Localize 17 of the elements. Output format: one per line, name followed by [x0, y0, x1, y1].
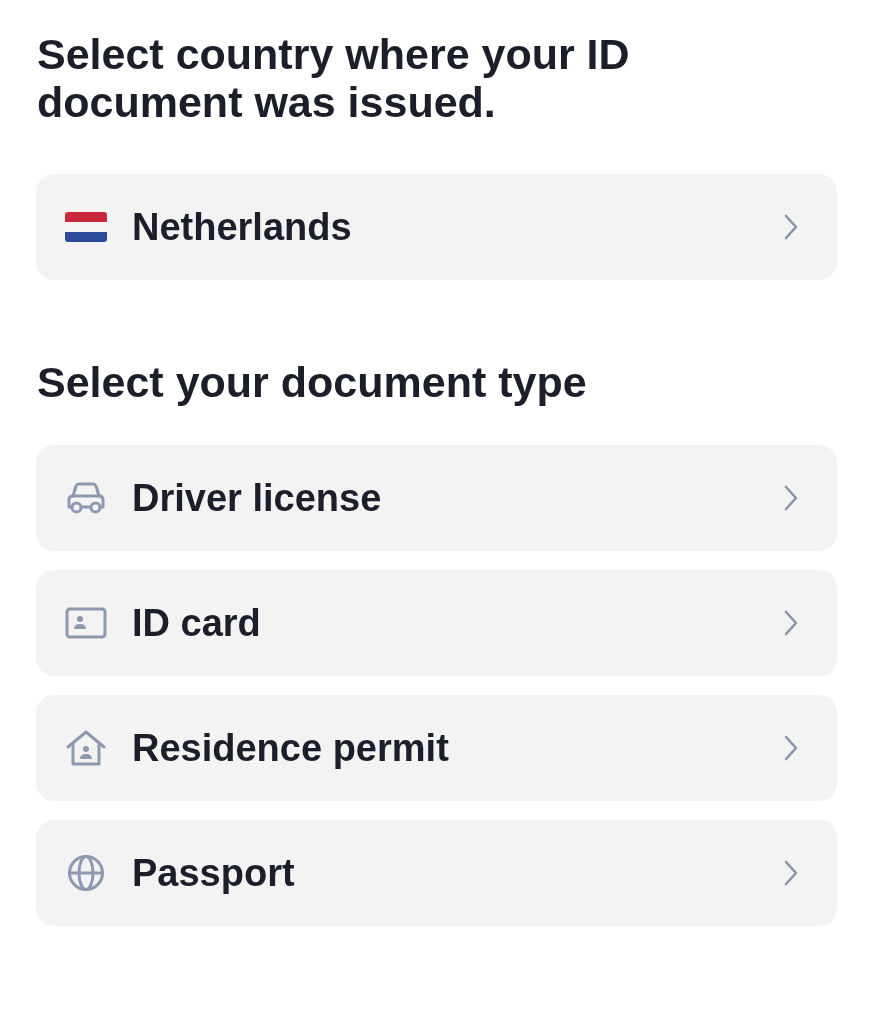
globe-icon	[67, 854, 105, 892]
chevron-right-icon	[783, 734, 799, 762]
flag-icon	[65, 212, 107, 242]
section-heading: Select your document type	[36, 358, 588, 406]
document-type-option[interactable]: Residence permit	[36, 695, 837, 801]
chevron-right-icon	[783, 484, 799, 512]
country-selector[interactable]: Netherlands	[36, 174, 837, 280]
chevron-right-icon	[783, 213, 799, 241]
section-heading: Select country where your ID document was issued.	[36, 30, 631, 126]
document-type-option[interactable]: ID card	[36, 570, 837, 676]
chevron-right-icon	[783, 609, 799, 637]
house-icon	[65, 729, 107, 767]
car-icon	[65, 481, 107, 515]
id-card-icon	[65, 607, 107, 639]
chevron-right-icon	[783, 859, 799, 887]
document-type-option[interactable]: Passport	[36, 820, 837, 926]
document-type-option[interactable]: Driver license	[36, 445, 837, 551]
